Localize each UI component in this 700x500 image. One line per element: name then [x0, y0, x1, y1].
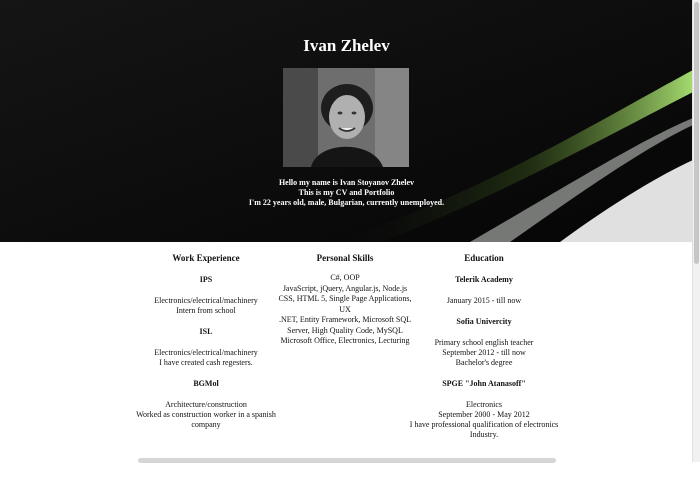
school-name: SPGE "John Atanasoff" [442, 379, 526, 388]
company-name: IPS [199, 275, 213, 284]
work-entry: ISL Electronics/electrical/machinery I h… [131, 327, 281, 368]
portrait-photo-icon [283, 68, 409, 167]
job-description: Worked as construction worker in a spani… [136, 410, 276, 429]
intro-line: I'm 22 years old, male, Bulgarian, curre… [248, 198, 445, 207]
skill-line: UX [339, 304, 351, 314]
education-line: September 2000 - May 2012 [438, 410, 530, 419]
skill-line: JavaScript, jQuery, Angular.js, Node.js [282, 283, 408, 293]
hero-header: Ivan Zhelev Hello my name is Ivan Stoyan… [0, 0, 693, 242]
job-description: Intern from school [176, 306, 236, 315]
work-entry: IPS Electronics/electrical/machinery Int… [131, 275, 281, 316]
education-line: I have professional qualification of ele… [409, 420, 559, 439]
education-section: Education Telerik Academy January 2015 -… [409, 252, 559, 451]
company-name: ISL [199, 327, 213, 336]
job-description: I have created cash regesters. [159, 358, 253, 367]
education-line: September 2012 - till now [442, 348, 526, 357]
intro-line: Hello my name is Ivan Stoyanov Zhelev [278, 178, 415, 187]
job-field: Architecture/construction [165, 400, 247, 409]
company-name: BGMol [193, 379, 219, 388]
section-title-education: Education [464, 253, 504, 263]
profile-photo [283, 68, 409, 167]
section-title-skills: Personal Skills [316, 253, 374, 263]
intro-line: This is my CV and Portfolio [298, 188, 395, 197]
job-field: Electronics/electrical/machinery [154, 348, 258, 357]
skill-line: Server, High Quality Code, MySQL [287, 325, 403, 335]
personal-skills-section: Personal Skills C#, OOP JavaScript, jQue… [269, 252, 421, 347]
education-line: Primary school english teacher [434, 338, 534, 347]
education-entry: Telerik Academy January 2015 - till now [409, 275, 559, 306]
section-title-work: Work Experience [172, 253, 240, 263]
education-line: Bachelor's degree [455, 358, 513, 367]
skill-line: C#, OOP [330, 273, 360, 282]
page-title: Ivan Zhelev [303, 36, 390, 55]
vertical-scrollbar[interactable] [692, 0, 700, 462]
job-field: Electronics/electrical/machinery [154, 296, 258, 305]
work-entry: BGMol Architecture/construction Worked a… [131, 379, 281, 430]
school-name: Sofia Univercity [456, 317, 512, 326]
education-line: Electronics [466, 400, 502, 409]
education-entry: Sofia Univercity Primary school english … [409, 317, 559, 368]
intro-text: Hello my name is Ivan Stoyanov Zhelev Th… [0, 178, 693, 208]
skill-line: CSS, HTML 5, Single Page Applications, [278, 294, 412, 303]
education-entry: SPGE "John Atanasoff" Electronics Septem… [409, 379, 559, 440]
horizontal-scrollbar[interactable] [138, 458, 556, 463]
education-line: January 2015 - till now [446, 296, 522, 305]
scrollbar-thumb[interactable] [694, 2, 699, 264]
work-experience-section: Work Experience IPS Electronics/electric… [131, 252, 281, 441]
skill-line: Microsoft Office, Electronics, Lecturing [280, 336, 410, 345]
skill-line: .NET, Entity Framework, Microsoft SQL [278, 315, 412, 324]
school-name: Telerik Academy [455, 275, 513, 284]
